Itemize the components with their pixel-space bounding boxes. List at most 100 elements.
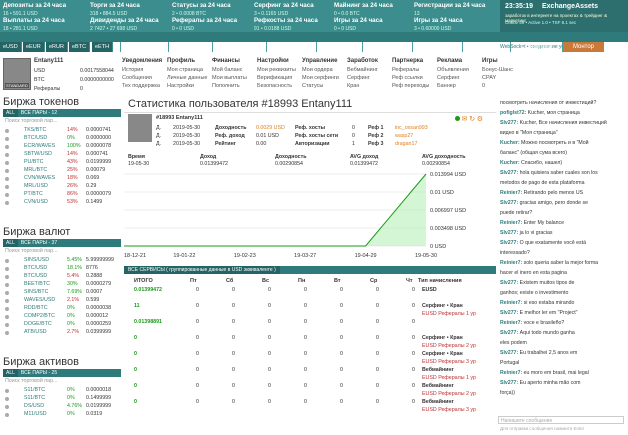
chat-author[interactable]: Reinier7: (500, 220, 524, 226)
menu-item[interactable]: Моя страница (167, 67, 203, 73)
chat-author[interactable]: Reinier7: (500, 190, 524, 196)
menu-item[interactable]: 0 (482, 83, 485, 89)
chat-author[interactable]: Slv277: (500, 230, 520, 236)
pair-name[interactable]: RDD/BTC (24, 305, 48, 311)
username[interactable]: Entany111 (34, 58, 63, 64)
pair-name[interactable]: BTC/USD (24, 265, 47, 271)
nav-item-2[interactable]: Инвестиции (212, 42, 266, 52)
nav-item-8[interactable]: Статистика (510, 42, 562, 52)
chat-author[interactable]: Slv277: (500, 240, 520, 246)
stat-item[interactable]: Регистрации за 24 часа 13 (414, 2, 485, 18)
menu-item[interactable]: Пополнить (212, 83, 240, 89)
menu-item[interactable]: Реф ссылки (392, 75, 423, 81)
currency-tab-ebtc[interactable]: eBTC (69, 42, 91, 52)
pair-name[interactable]: ATB/USD (24, 329, 47, 335)
ref-name[interactable]: inc_oxsan993 (395, 125, 428, 131)
chat-author[interactable]: Reinier7: (500, 300, 524, 306)
currency-tab-eeur[interactable]: eEUR (23, 42, 45, 52)
menu-item[interactable]: Статусы (302, 83, 323, 89)
nav-item-5[interactable]: CoinInfo (362, 42, 412, 52)
pair-name[interactable]: MRL/BTC (24, 167, 47, 173)
chat-author[interactable]: Slv277: (500, 200, 520, 206)
stat-item[interactable]: Игры за 24 часа 3 • 0.60000 USD (414, 17, 463, 33)
settings-icon[interactable]: ⚙ (477, 116, 483, 123)
chat-input[interactable]: Напишите сообщение (498, 416, 624, 424)
menu-item[interactable]: Вебмайнинг (347, 67, 378, 73)
panel-search[interactable]: Поиск торговой пар... (5, 118, 57, 124)
stat-item[interactable]: Статусы за 24 часа 2 • 0.0008 BTC (172, 2, 231, 18)
currency-tab-eusd[interactable]: eUSD (0, 42, 22, 52)
nav-item-6[interactable]: Комиссии (412, 42, 462, 52)
chat-author[interactable]: Reinier7: (500, 320, 524, 326)
menu-item[interactable]: Мои ордера (302, 67, 333, 73)
nav-item-7[interactable]: Лимиты (462, 42, 510, 52)
pair-name[interactable]: WAVES/USD (24, 297, 55, 303)
brand-name[interactable]: ExchangeAssets (542, 3, 598, 10)
services-tab[interactable]: ВСЕ СЕРВИСЫ ( группированные данные в US… (124, 266, 496, 274)
menu-item[interactable]: Тех поддержка (122, 83, 160, 89)
menu-item[interactable]: Мои выплаты (212, 75, 247, 81)
menu-item[interactable]: Сообщения (122, 75, 152, 81)
chat-author[interactable]: Reinier7: (500, 370, 524, 376)
panel-tab-tokens[interactable]: ALL ВСЕ ПАРЫ - 12 (3, 109, 121, 117)
ref-name[interactable]: wasp27 (395, 133, 413, 139)
panel-tab-aktivov[interactable]: ALL ВСЕ ПАРЫ - 25 (3, 369, 121, 377)
currency-tab-eeth[interactable]: eETH (92, 42, 114, 52)
chat-author[interactable]: Slv277: (500, 350, 520, 356)
pair-name[interactable]: TKS/BTC (24, 127, 46, 133)
pair-name[interactable]: PT/BTC (24, 191, 43, 197)
panel-search[interactable]: Поиск торговой пар... (5, 378, 57, 384)
stat-item[interactable]: Депозиты за 24 часа 16 • 591.1 USD (3, 2, 66, 18)
mail-icon[interactable]: ✉ (462, 116, 468, 123)
pair-name[interactable]: DOGE/BTC (24, 321, 52, 327)
chat-author[interactable]: Slv277: (500, 170, 520, 176)
stat-item[interactable]: Рефералы за 24 часа 0 • 0 USD (172, 17, 237, 33)
pair-name[interactable]: S11/BTC (24, 387, 45, 393)
pair-name[interactable]: BEET/BTC (24, 281, 50, 287)
stat-item[interactable]: Серфинг за 24 часа 3 • 0.1165 USD (254, 2, 314, 18)
nav-item-9[interactable]: Монтор (562, 42, 604, 52)
menu-item[interactable]: Личные данные (167, 75, 207, 81)
pair-name[interactable]: DS/USD (24, 403, 44, 409)
chat-author[interactable]: Slv277: (500, 280, 520, 286)
chat-author[interactable]: pofiglst72: (500, 110, 528, 116)
menu-item[interactable]: Рефералы (392, 67, 419, 73)
menu-item[interactable]: Кран (347, 83, 359, 89)
chat-author[interactable]: Slv277: (500, 310, 520, 316)
stat-item[interactable]: Торги за 24 часа 318 • 884.5 USD (90, 2, 140, 18)
chat-author[interactable]: Slv277: (500, 380, 520, 386)
menu-item[interactable]: Мой баланс (212, 67, 242, 73)
pair-name[interactable]: BTC/USD (24, 273, 47, 279)
menu-item[interactable]: Мои серфинги (302, 75, 339, 81)
stat-item[interactable]: Рефкосты за 24 часа 91 • 0.0188 USD (254, 17, 318, 33)
nav-item-1[interactable]: Новости (168, 42, 212, 52)
chat-author[interactable]: Kucher: (500, 160, 521, 166)
menu-item[interactable]: Реф переходы (392, 83, 429, 89)
chat-author[interactable]: Kucher: (500, 140, 521, 146)
pair-name[interactable]: BTC/USD (24, 135, 47, 141)
stat-item[interactable]: Выплаты за 24 часа 18 • 281.1 USD (3, 17, 65, 33)
pair-name[interactable]: PU/BTC (24, 159, 43, 165)
panel-search[interactable]: Поиск торговой пар... (5, 248, 57, 254)
nav-item-3[interactable]: Заработок (266, 42, 316, 52)
menu-item[interactable]: История (122, 67, 143, 73)
pair-name[interactable]: SINS/USD (24, 257, 49, 263)
chat-author[interactable]: Slv277: (500, 120, 520, 126)
menu-item[interactable]: Настройки (167, 83, 194, 89)
menu-item[interactable]: Объявления (437, 67, 469, 73)
chat-author[interactable]: Reinier7: (500, 260, 524, 266)
chat-author[interactable]: Slv277: (500, 330, 520, 336)
pair-name[interactable]: CVN/USD (24, 199, 48, 205)
panel-tab-valut[interactable]: ALL ВСЕ ПАРЫ - 37 (3, 239, 121, 247)
menu-item[interactable]: Верификация (257, 75, 292, 81)
pair-name[interactable]: S11/BTC (24, 395, 45, 401)
stat-item[interactable]: Майнинг за 24 часа 0 • 0.0 BTC (334, 2, 393, 18)
menu-item[interactable]: Баннер (437, 83, 456, 89)
refresh-icon[interactable]: ↻ (469, 116, 475, 123)
menu-item[interactable]: Бонус-Шанс (482, 67, 513, 73)
pair-name[interactable]: SBTW/USD (24, 151, 52, 157)
pair-name[interactable]: MRL/USD (24, 183, 48, 189)
pair-name[interactable]: COMP2/BTC (24, 313, 55, 319)
avatar[interactable]: STANDARD (3, 58, 31, 90)
pair-name[interactable]: CVN/WAVES (24, 175, 55, 181)
